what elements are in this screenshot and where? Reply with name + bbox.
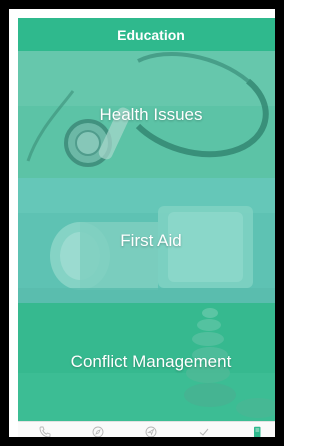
card-conflict-management[interactable]: Conflict Management bbox=[18, 303, 275, 421]
navigation-icon bbox=[145, 426, 157, 437]
tab-check-in[interactable]: Check In bbox=[178, 422, 231, 445]
bottom-tab-bar: Emergency Resources NewsFeed Check In Ed… bbox=[18, 421, 275, 445]
card-first-aid[interactable]: First Aid bbox=[18, 178, 275, 303]
tab-emergency[interactable]: Emergency bbox=[18, 422, 71, 445]
card-label: First Aid bbox=[120, 230, 182, 250]
tab-resources[interactable]: Resources bbox=[71, 422, 124, 445]
tab-label: NewsFeed bbox=[134, 438, 168, 445]
tab-label: Resources bbox=[81, 438, 115, 445]
tab-label: Check In bbox=[190, 438, 219, 445]
checkmark-icon bbox=[199, 428, 209, 436]
top-bar: Education bbox=[18, 18, 275, 51]
tab-label: Emergency bbox=[26, 438, 63, 445]
tab-newsfeed[interactable]: NewsFeed bbox=[124, 422, 177, 445]
compass-icon bbox=[92, 426, 104, 437]
tab-education[interactable]: Education bbox=[231, 422, 275, 445]
card-health-issues[interactable]: Health Issues bbox=[18, 51, 275, 178]
tab-label: Education bbox=[241, 438, 273, 445]
book-icon bbox=[254, 426, 261, 437]
phone-icon bbox=[39, 426, 51, 437]
card-label: Conflict Management bbox=[70, 352, 232, 371]
device-frame: Education Health Issues First Aid Confli… bbox=[0, 0, 284, 446]
page-title: Education bbox=[117, 26, 185, 43]
app-screen: Education Health Issues First Aid Confli… bbox=[18, 18, 275, 445]
card-label: Health Issues bbox=[99, 104, 203, 124]
